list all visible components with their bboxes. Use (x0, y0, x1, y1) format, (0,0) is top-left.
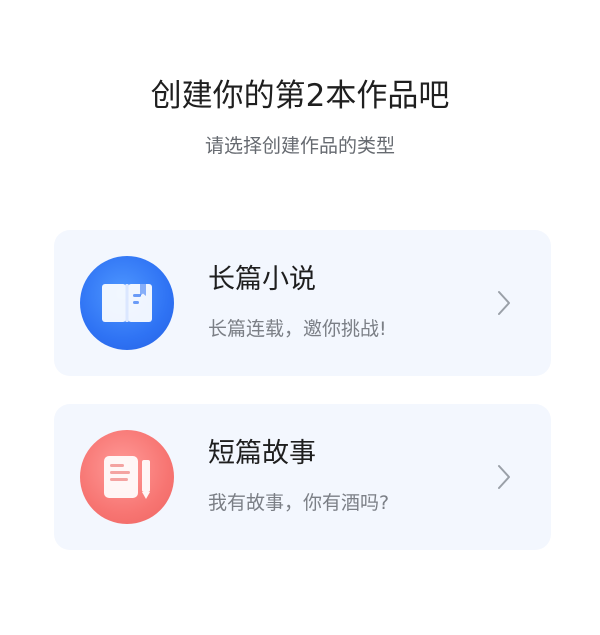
option-card-long-novel[interactable]: 长篇小说 长篇连载，邀你挑战! (54, 230, 551, 376)
page-subtitle: 请选择创建作品的类型 (204, 135, 395, 157)
chevron-right-icon (498, 465, 510, 489)
create-work-page: 创建你的第2本作品吧 请选择创建作品的类型 长篇小说 长篇连载，邀你挑战! 短篇… (0, 0, 600, 635)
option-card-short-story[interactable]: 短篇故事 我有故事，你有酒吗? (54, 404, 551, 550)
option-title: 长篇小说 (208, 264, 316, 295)
option-description: 我有故事，你有酒吗? (208, 492, 390, 514)
chevron-right-icon (498, 291, 510, 315)
note-pencil-icon (80, 430, 174, 524)
page-title: 创建你的第2本作品吧 (150, 78, 450, 114)
option-description: 长篇连载，邀你挑战! (208, 318, 387, 340)
book-icon (80, 256, 174, 350)
option-title: 短篇故事 (208, 438, 316, 469)
